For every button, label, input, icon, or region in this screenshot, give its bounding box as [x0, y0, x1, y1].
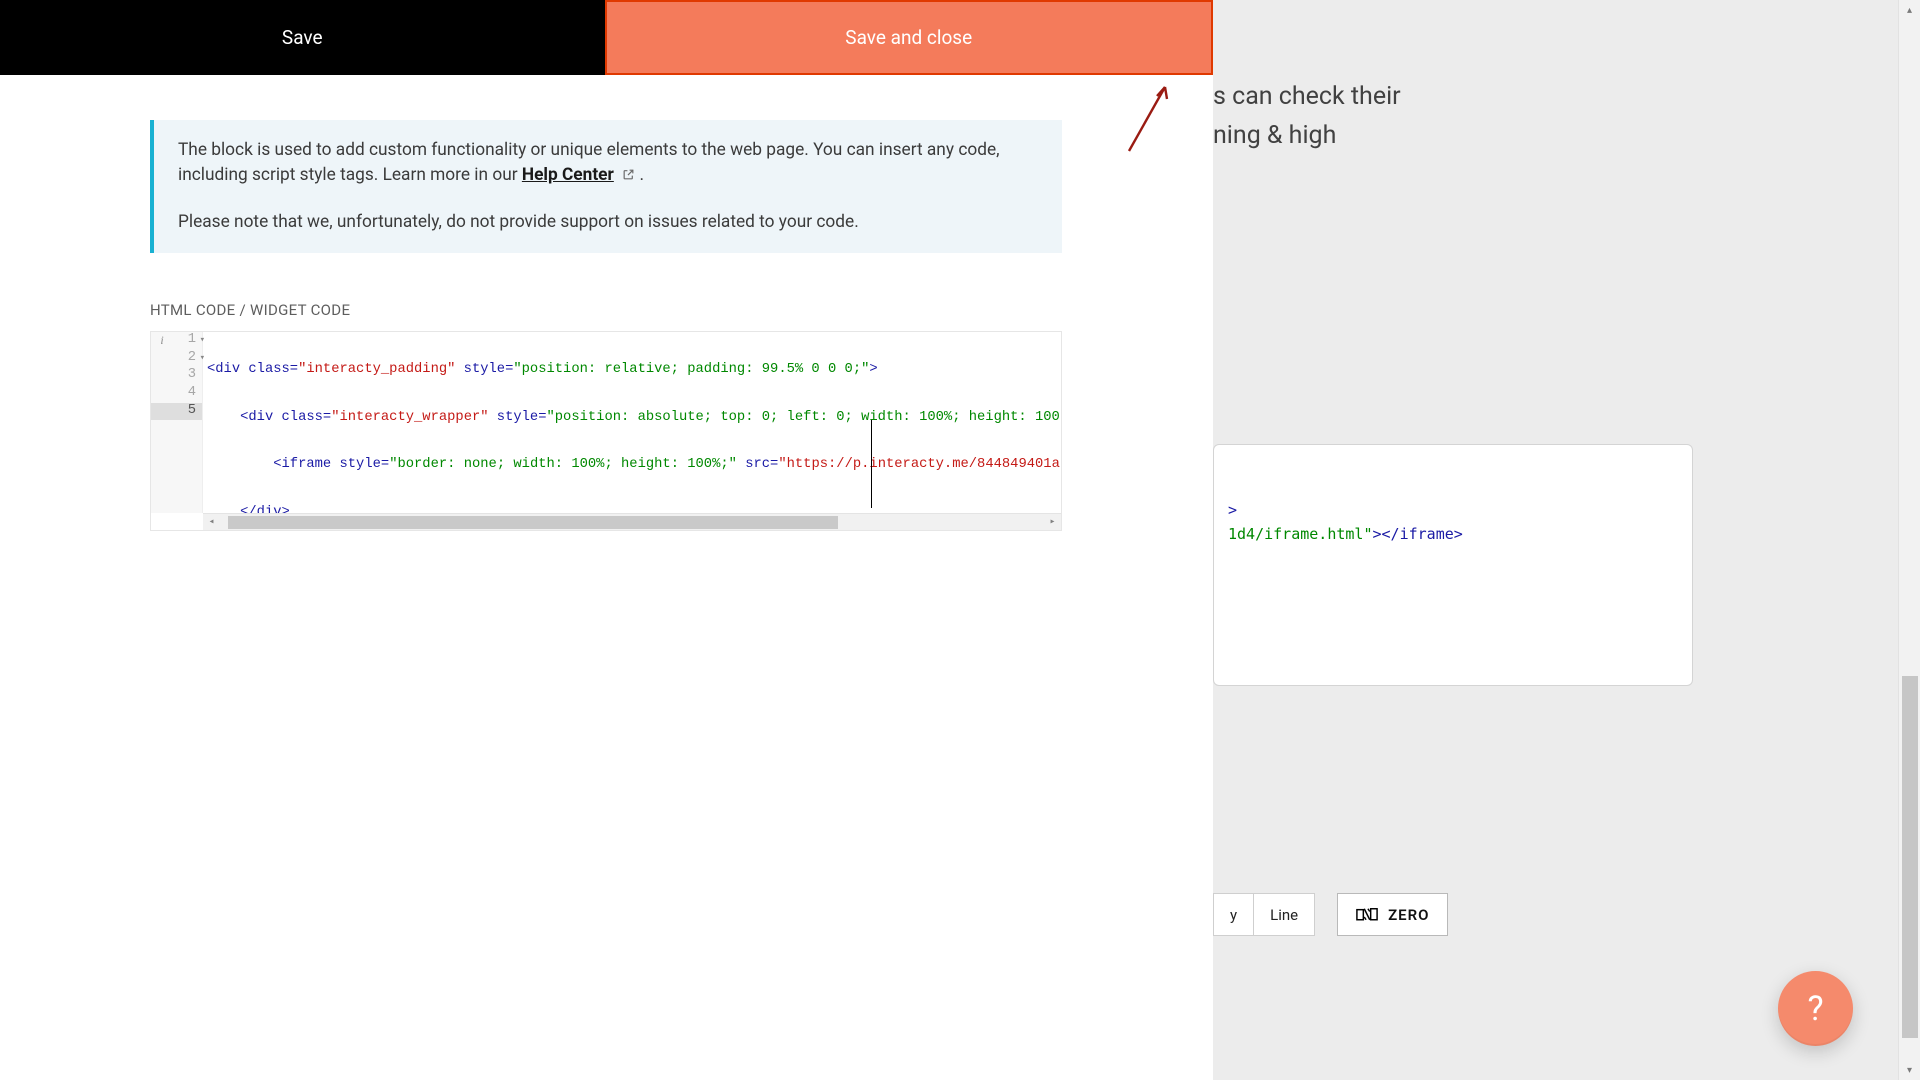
line-number: i 1 ▾: [151, 332, 202, 350]
editor-toolbar: Save Save and close: [0, 0, 1213, 75]
save-button[interactable]: Save: [0, 0, 605, 75]
line-number: 4: [151, 385, 202, 403]
zero-button-label: ZERO: [1388, 906, 1429, 924]
scroll-up-icon[interactable]: ▴: [1899, 0, 1920, 20]
code-gutter: i 1 ▾ 2 ▾ 3 4 5: [151, 332, 203, 513]
background-button-group: y Line ZERO: [1213, 893, 1448, 936]
code-line: <iframe style="border: none; width: 100%…: [203, 457, 1061, 475]
scroll-down-icon[interactable]: ▾: [1899, 1060, 1920, 1080]
segment-button-line[interactable]: Line: [1254, 893, 1315, 936]
code-content[interactable]: <div class="interacty_padding" style="po…: [203, 332, 1061, 513]
info-paragraph-2: Please note that we, unfortunately, do n…: [178, 210, 1038, 235]
code-editor[interactable]: i 1 ▾ 2 ▾ 3 4 5 <div class="interacty_pa…: [150, 331, 1062, 531]
help-button[interactable]: ?: [1778, 971, 1853, 1046]
scroll-thumb[interactable]: [1902, 676, 1918, 1038]
bg-code-line: 1d4/iframe.html"></iframe>: [1228, 525, 1678, 549]
code-cursor: [871, 420, 872, 508]
help-center-link[interactable]: Help Center: [522, 165, 614, 185]
save-and-close-button[interactable]: Save and close: [605, 0, 1214, 75]
zero-icon: [1356, 906, 1378, 924]
info-icon: i: [156, 334, 168, 346]
page-vertical-scrollbar[interactable]: ▴ ▾: [1898, 0, 1920, 1080]
horizontal-scrollbar[interactable]: ◂ ▸: [203, 513, 1061, 530]
code-line: <div class="interacty_wrapper" style="po…: [203, 410, 1061, 428]
segment-button-partial[interactable]: y: [1213, 893, 1254, 936]
bg-text-line: ning & high: [1213, 117, 1693, 156]
info-callout: The block is used to add custom function…: [150, 120, 1062, 253]
line-number: 2 ▾: [151, 350, 202, 368]
info-text-tail: .: [639, 165, 644, 185]
line-number: 3: [151, 367, 202, 385]
background-code-preview: > 1d4/iframe.html"></iframe>: [1213, 444, 1693, 686]
line-number: 5: [151, 403, 202, 421]
zero-button[interactable]: ZERO: [1337, 893, 1448, 936]
code-line: <div class="interacty_padding" style="po…: [203, 362, 1061, 380]
bg-code-line: >: [1228, 501, 1678, 525]
background-page: s can check their ning & high > 1d4/ifra…: [1213, 0, 1920, 1080]
code-line: </div>: [203, 505, 1061, 513]
scroll-thumb[interactable]: [228, 516, 838, 529]
scroll-left-icon[interactable]: ◂: [203, 516, 220, 528]
scroll-right-icon[interactable]: ▸: [1044, 516, 1061, 528]
info-paragraph-1: The block is used to add custom function…: [178, 138, 1038, 188]
code-section-label: HTML CODE / WIDGET CODE: [150, 301, 1062, 319]
bg-text-line: s can check their: [1213, 78, 1693, 117]
background-description: s can check their ning & high: [1213, 78, 1693, 156]
editor-body: The block is used to add custom function…: [150, 120, 1062, 531]
scroll-track[interactable]: [220, 514, 1044, 530]
external-link-icon: [622, 164, 635, 177]
html-block-editor-panel: Save Save and close The block is used to…: [0, 0, 1213, 1080]
